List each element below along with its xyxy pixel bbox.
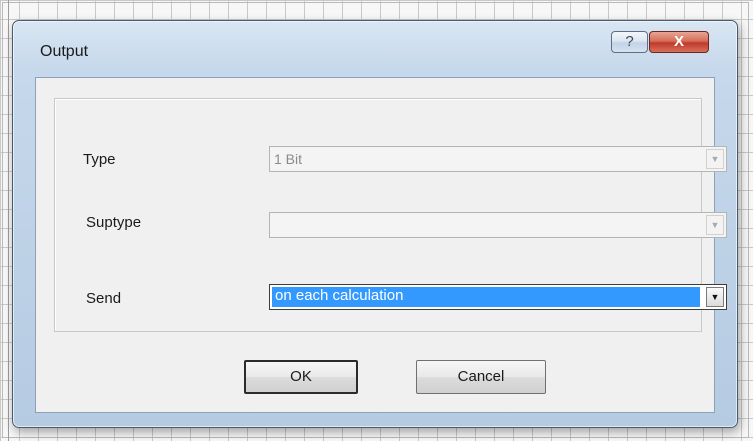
ok-button[interactable]: OK [244,360,358,394]
chevron-down-icon[interactable]: ▼ [706,215,724,235]
close-icon: X [673,33,684,50]
send-dropdown[interactable]: on each calculation ▼ [269,284,727,310]
chevron-down-icon[interactable]: ▼ [706,149,724,169]
cancel-button[interactable]: Cancel [416,360,546,394]
type-label: Type [83,151,116,168]
help-button[interactable]: ? [611,31,648,53]
settings-group-box: Type 1 Bit ▼ Suptype ▼ Send on each calc… [54,98,727,332]
output-dialog: Output ? X Type 1 Bit ▼ Suptype ▼ Send o… [12,20,738,428]
canvas-guide-line [8,0,9,441]
question-icon: ? [625,33,634,50]
dialog-title: Output [40,43,89,60]
type-dropdown-value: 1 Bit [274,151,303,167]
subtype-label: Suptype [86,214,142,231]
close-button[interactable]: X [649,31,709,53]
send-dropdown-value: on each calculation [275,287,404,304]
subtype-dropdown[interactable]: ▼ [269,212,727,238]
dialog-client-area: Type 1 Bit ▼ Suptype ▼ Send on each calc… [35,77,727,413]
type-dropdown[interactable]: 1 Bit ▼ [269,146,727,172]
chevron-down-icon[interactable]: ▼ [706,287,724,307]
send-label: Send [86,290,122,307]
